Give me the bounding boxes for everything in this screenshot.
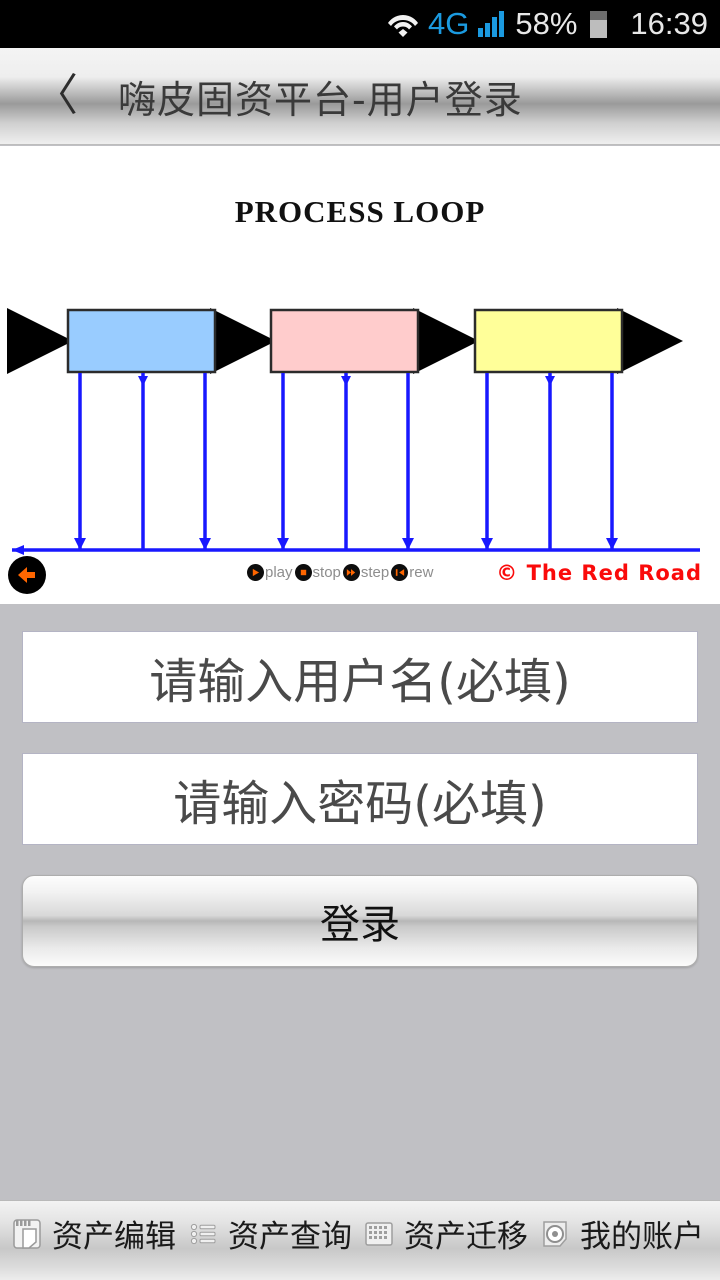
media-control-step[interactable]: step <box>342 564 391 581</box>
nav-item-asset-edit-label: 资产编辑 <box>52 1219 176 1255</box>
disc-icon <box>543 1220 567 1247</box>
nav-item-asset-transfer-label: 资产迁移 <box>404 1219 528 1255</box>
back-icon[interactable]: 〈 <box>34 74 78 118</box>
nav-item-asset-transfer[interactable]: 资产迁移 <box>352 1211 528 1256</box>
battery-percent-text: 58% <box>515 6 578 41</box>
phone-screen: 4G 58% 16:39 〈 嗨皮固资平台-用户登录 PROCESS LOOP <box>0 0 720 1280</box>
battery-icon <box>586 10 608 38</box>
media-controls: play stop step rew <box>247 564 435 581</box>
login-form: 请输入用户名(必填) 请输入密码(必填) 登录 <box>0 604 720 1200</box>
circle-left-arrow-icon[interactable] <box>8 556 46 594</box>
list-icon <box>190 1223 216 1244</box>
media-control-rew-label: rew <box>409 564 434 581</box>
feedback-lines <box>12 373 700 555</box>
network-type-label: 4G <box>428 6 469 42</box>
process-box-1 <box>66 308 217 374</box>
clock-text: 16:39 <box>630 6 708 41</box>
title-bar: 〈 嗨皮固资平台-用户登录 <box>0 48 720 145</box>
network-type-text: 4G <box>428 6 470 41</box>
page-title: 嗨皮固资平台-用户登录 <box>118 77 523 122</box>
feedback-tick-arrowheads <box>138 376 555 386</box>
nav-item-asset-edit[interactable]: 资产编辑 <box>0 1211 176 1256</box>
process-loop-diagram <box>7 308 700 555</box>
media-control-play-label: play <box>265 564 293 581</box>
play-icon <box>247 564 264 581</box>
stop-icon <box>294 564 312 581</box>
diagram-controls-row: play stop step rew © The Red Road <box>0 550 720 604</box>
process-box-2 <box>269 308 420 374</box>
nav-item-asset-query-label: 资产查询 <box>228 1219 352 1255</box>
rewind-icon <box>391 564 409 581</box>
credit-text: © The Red Road <box>496 561 702 585</box>
grid-icon <box>365 1221 393 1246</box>
signal-bars-icon <box>478 11 506 37</box>
notepad-edit-icon <box>13 1218 41 1249</box>
username-input[interactable]: 请输入用户名(必填) <box>22 631 698 723</box>
status-bar: 4G 58% 16:39 <box>0 0 720 48</box>
media-control-stop[interactable]: stop <box>294 564 343 581</box>
nav-item-my-account[interactable]: 我的账户 <box>528 1211 704 1256</box>
password-input[interactable]: 请输入密码(必填) <box>22 753 698 845</box>
login-button-label: 登录 <box>320 902 400 948</box>
clock: 16:39 <box>616 6 708 42</box>
nav-item-asset-query[interactable]: 资产查询 <box>176 1211 352 1256</box>
password-input-placeholder: 请输入密码(必填) <box>173 776 547 832</box>
media-control-rew[interactable]: rew <box>391 564 435 581</box>
wifi-icon <box>387 11 419 37</box>
media-control-stop-label: stop <box>312 564 341 581</box>
login-button[interactable]: 登录 <box>22 875 698 967</box>
battery-percent-label: 58% <box>515 6 577 42</box>
media-control-play[interactable]: play <box>247 564 295 581</box>
nav-item-my-account-label: 我的账户 <box>580 1219 704 1255</box>
username-input-placeholder: 请输入用户名(必填) <box>149 654 571 710</box>
media-control-step-label: step <box>360 564 390 581</box>
process-box-3 <box>473 308 624 374</box>
step-icon <box>342 564 360 581</box>
diagram-webview[interactable]: PROCESS LOOP play stop step rew © The Re… <box>0 146 720 604</box>
bottom-navigation: 资产编辑 资产查询 资产迁移 我的账户 <box>0 1200 720 1280</box>
